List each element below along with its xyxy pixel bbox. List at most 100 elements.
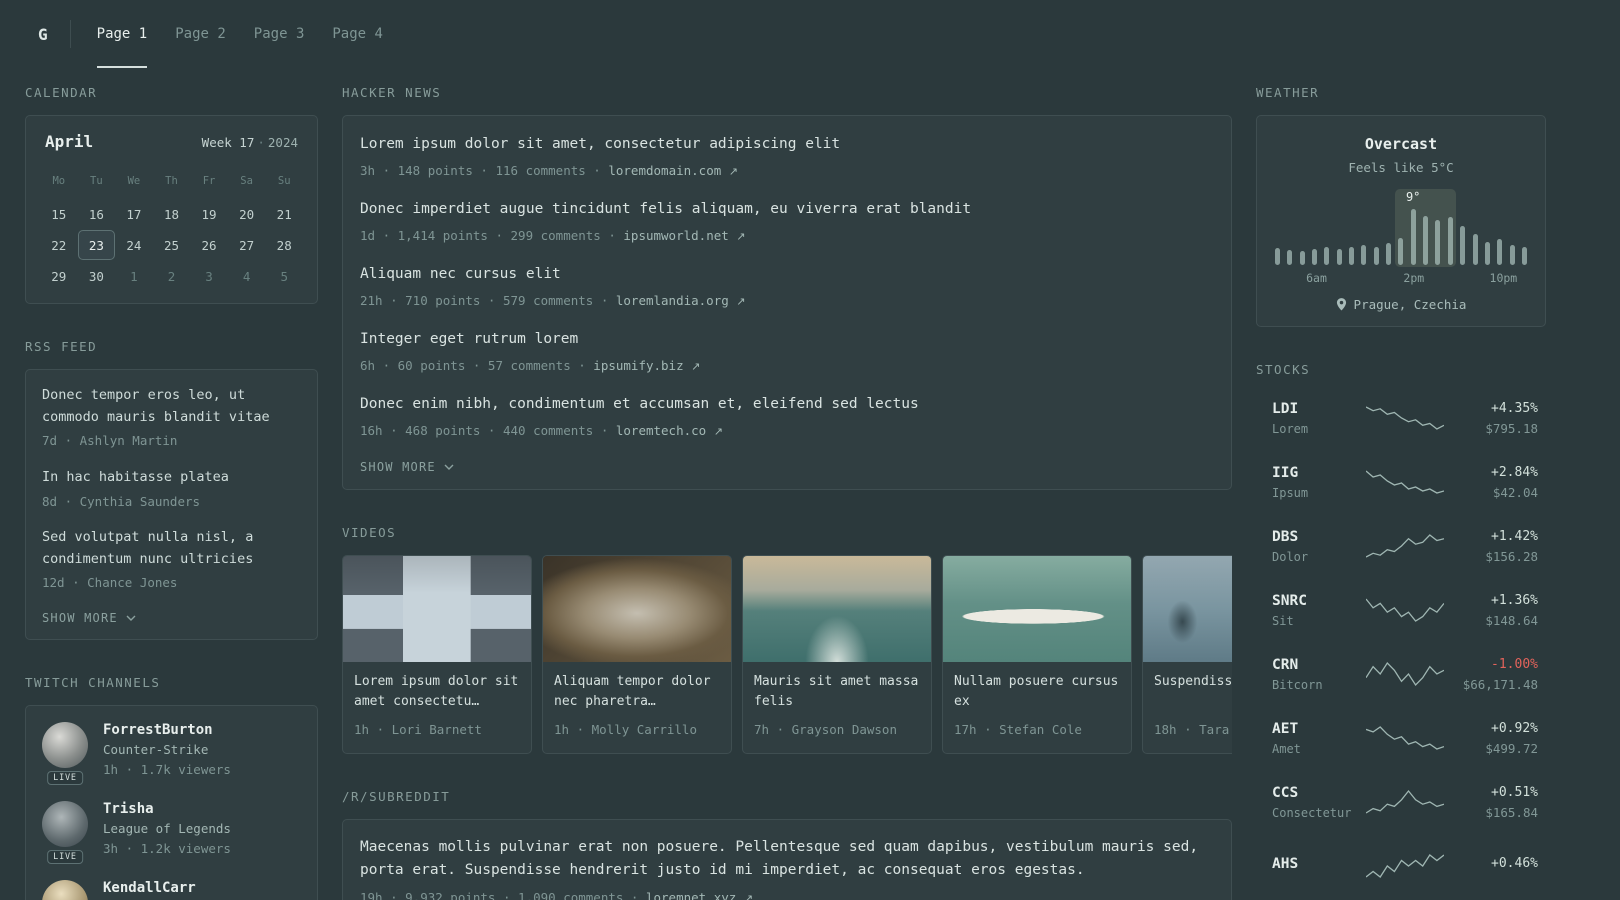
subreddit-post-text[interactable]: Maecenas mollis pulvinar erat non posuer… bbox=[360, 836, 1214, 883]
video-title[interactable]: Aliquam tempor dolor nec pharetra… bbox=[554, 672, 720, 712]
hacker-news-headline[interactable]: Donec imperdiet augue tincidunt felis al… bbox=[360, 198, 1214, 221]
video-info: Mauris sit amet massa felis 7h · Grayson… bbox=[743, 662, 931, 753]
hacker-news-show-more-button[interactable]: SHOW MORE bbox=[360, 460, 454, 474]
stock-row[interactable]: CCS Consectetur +0.51% $165.84 bbox=[1256, 776, 1546, 828]
calendar-day[interactable]: 5 bbox=[265, 261, 303, 291]
twitch-widget: TWITCH CHANNELS LIVE ForrestBurton Count… bbox=[25, 675, 318, 900]
top-navigation-bar: G Page 1 Page 2 Page 3 Page 4 bbox=[0, 0, 1620, 68]
weather-time-label: 2pm bbox=[1403, 271, 1425, 285]
calendar-day[interactable]: 2 bbox=[153, 261, 191, 291]
twitch-channel-name[interactable]: KendallCarr bbox=[103, 880, 196, 896]
twitch-channel-name[interactable]: ForrestBurton bbox=[103, 722, 231, 738]
calendar-day[interactable]: 1 bbox=[115, 261, 153, 291]
video-card[interactable]: Lorem ipsum dolor sit amet consectetu… 1… bbox=[342, 554, 532, 754]
calendar-day[interactable]: 27 bbox=[228, 230, 266, 260]
calendar-day[interactable]: 29 bbox=[40, 261, 78, 291]
video-thumbnail[interactable] bbox=[943, 555, 1131, 662]
calendar-day[interactable]: 16 bbox=[78, 199, 116, 229]
twitch-channel-info: ForrestBurton Counter-Strike 1h · 1.7k v… bbox=[103, 722, 231, 780]
twitch-channel-row[interactable]: LIVE Trisha League of Legends 3h · 1.2k … bbox=[42, 800, 301, 864]
stock-ticker: IIG bbox=[1272, 464, 1299, 481]
twitch-channel-meta: 3h · 1.2k viewers bbox=[103, 840, 231, 856]
calendar-day[interactable]: 3 bbox=[190, 261, 228, 291]
hacker-news-headline[interactable]: Aliquam nec cursus elit bbox=[360, 263, 1214, 286]
calendar-day[interactable]: 20 bbox=[228, 199, 266, 229]
stock-row[interactable]: AET Amet +0.92% $499.72 bbox=[1256, 712, 1546, 764]
rss-meta: 12d · Chance Jones bbox=[42, 575, 178, 591]
calendar-day-header: We bbox=[127, 175, 141, 187]
stock-row[interactable]: AHS +0.46% bbox=[1256, 840, 1546, 892]
stock-name: Consectetur bbox=[1272, 805, 1352, 820]
app-logo[interactable]: G bbox=[38, 25, 70, 44]
video-card[interactable]: Nullam posuere cursus ex 17h · Stefan Co… bbox=[942, 554, 1132, 754]
weather-card: Overcast Feels like 5°C 9° 6am 2pm 10pm Pr… bbox=[1256, 115, 1546, 327]
hacker-news-headline[interactable]: Donec enim nibh, condimentum et accumsan… bbox=[360, 393, 1214, 416]
twitch-channel-name[interactable]: Trisha bbox=[103, 801, 231, 817]
stocks-widget-title: STOCKS bbox=[1256, 362, 1311, 377]
calendar-day[interactable]: 22 bbox=[40, 230, 78, 260]
hacker-news-domain-link[interactable]: loremdomain.com ↗ bbox=[608, 163, 738, 178]
stock-name: Amet bbox=[1272, 741, 1301, 756]
nav-divider bbox=[69, 20, 71, 48]
video-thumbnail[interactable] bbox=[1143, 555, 1232, 662]
tab-page-3[interactable]: Page 3 bbox=[254, 0, 305, 68]
live-badge: LIVE bbox=[47, 770, 83, 785]
video-thumbnail[interactable] bbox=[543, 555, 731, 662]
hacker-news-headline[interactable]: Integer eget rutrum lorem bbox=[360, 328, 1214, 351]
hacker-news-domain-link[interactable]: loremtech.co ↗ bbox=[616, 423, 723, 438]
calendar-day[interactable]: 24 bbox=[115, 230, 153, 260]
video-thumbnail[interactable] bbox=[743, 555, 931, 662]
calendar-day[interactable]: 21 bbox=[265, 199, 303, 229]
tab-page-1[interactable]: Page 1 bbox=[96, 0, 148, 68]
middle-column: HACKER NEWS Lorem ipsum dolor sit amet, … bbox=[342, 85, 1232, 900]
stock-row[interactable]: LDI Lorem +4.35% $795.18 bbox=[1256, 392, 1546, 444]
rss-headline[interactable]: Donec tempor eros leo, ut commodo mauris… bbox=[42, 385, 301, 428]
twitch-channel-row[interactable]: LIVE ForrestBurton Counter-Strike 1h · 1… bbox=[42, 722, 301, 785]
external-link-icon: ↗ bbox=[736, 295, 746, 309]
calendar-day[interactable]: 26 bbox=[190, 230, 228, 260]
stock-row[interactable]: IIG Ipsum +2.84% $42.04 bbox=[1256, 456, 1546, 508]
calendar-day[interactable]: 15 bbox=[40, 199, 78, 229]
weather-time-axis: 6am 2pm 10pm bbox=[1273, 271, 1529, 285]
stock-row[interactable]: CRN Bitcorn -1.00% $66,171.48 bbox=[1256, 648, 1546, 700]
rss-feed-item: Sed volutpat nulla nisl, a condimentum n… bbox=[42, 527, 301, 593]
twitch-channel-row[interactable]: KendallCarr bbox=[42, 879, 301, 900]
video-card[interactable]: Suspendisse diam 18h · Tara bbox=[1142, 554, 1232, 754]
calendar-day[interactable]: 25 bbox=[153, 230, 191, 260]
video-thumbnail[interactable] bbox=[343, 555, 531, 662]
avatar bbox=[42, 800, 88, 847]
rss-show-more-button[interactable]: SHOW MORE bbox=[42, 611, 136, 625]
calendar-day[interactable]: 19 bbox=[190, 199, 228, 229]
videos-widget-title: VIDEOS bbox=[342, 524, 397, 540]
video-card[interactable]: Aliquam tempor dolor nec pharetra… 1h · … bbox=[542, 554, 732, 754]
stock-row[interactable]: SNRC Sit +1.36% $148.64 bbox=[1256, 584, 1546, 636]
tab-page-2[interactable]: Page 2 bbox=[175, 0, 226, 68]
video-card[interactable]: Mauris sit amet massa felis 7h · Grayson… bbox=[742, 554, 932, 754]
calendar-day[interactable]: 18 bbox=[153, 199, 191, 229]
hacker-news-meta: 6h · 60 points · 57 comments · ipsumify.… bbox=[360, 358, 701, 373]
calendar-day[interactable]: 4 bbox=[228, 261, 266, 291]
rss-headline[interactable]: In hac habitasse platea bbox=[42, 467, 301, 489]
calendar-day[interactable]: 30 bbox=[78, 261, 116, 291]
hacker-news-headline[interactable]: Lorem ipsum dolor sit amet, consectetur … bbox=[360, 133, 1214, 156]
hacker-news-meta: 21h · 710 points · 579 comments · loreml… bbox=[360, 293, 746, 309]
video-title[interactable]: Suspendisse diam bbox=[1154, 672, 1232, 712]
stock-values: +1.42% $156.28 bbox=[1444, 529, 1538, 564]
hacker-news-domain-link[interactable]: ipsumworld.net ↗ bbox=[623, 228, 745, 243]
video-title[interactable]: Nullam posuere cursus ex bbox=[954, 672, 1120, 712]
video-title[interactable]: Lorem ipsum dolor sit amet consectetu… bbox=[354, 672, 520, 712]
hacker-news-item: Donec imperdiet augue tincidunt felis al… bbox=[360, 198, 1214, 246]
calendar-day-selected[interactable]: 23 bbox=[77, 230, 116, 260]
stock-values: +4.35% $795.18 bbox=[1444, 401, 1538, 436]
video-title[interactable]: Mauris sit amet massa felis bbox=[754, 672, 920, 712]
hacker-news-domain-link[interactable]: ipsumify.biz ↗ bbox=[593, 358, 700, 373]
weather-time-label: 6am bbox=[1306, 271, 1327, 285]
stock-ticker: CRN bbox=[1272, 656, 1299, 673]
calendar-day[interactable]: 28 bbox=[265, 230, 303, 260]
stock-row[interactable]: DBS Dolor +1.42% $156.28 bbox=[1256, 520, 1546, 572]
hacker-news-domain-link[interactable]: loremlandia.org ↗ bbox=[616, 293, 746, 308]
tab-page-4[interactable]: Page 4 bbox=[332, 0, 383, 68]
subreddit-domain-link[interactable]: loremnet.xyz ↗ bbox=[646, 890, 753, 900]
rss-headline[interactable]: Sed volutpat nulla nisl, a condimentum n… bbox=[42, 527, 301, 570]
calendar-day[interactable]: 17 bbox=[115, 199, 153, 229]
